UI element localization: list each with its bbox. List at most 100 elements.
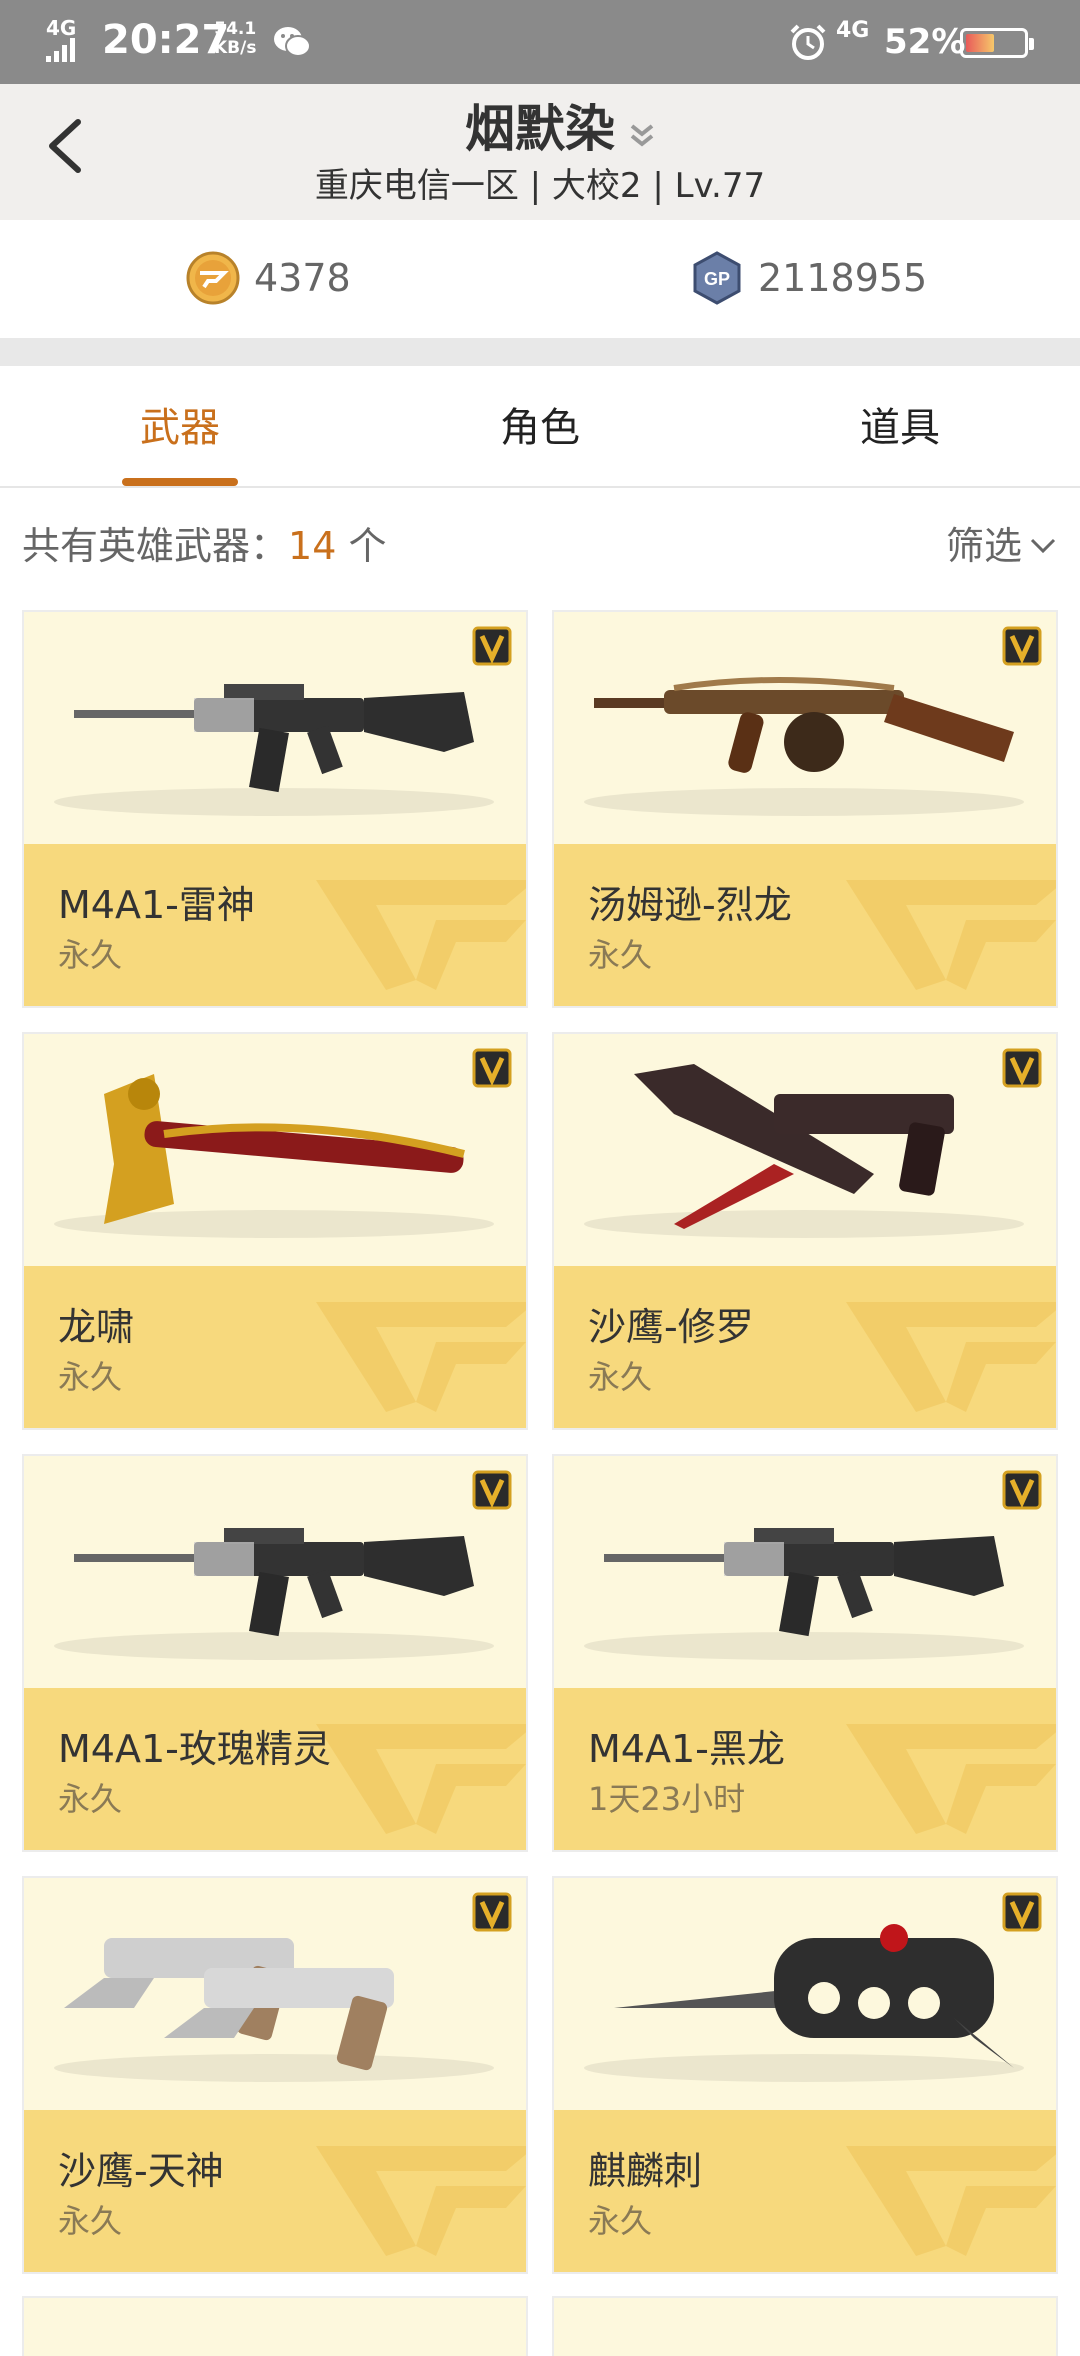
weapon-image: [554, 1456, 1056, 1688]
vip-badge-icon: [472, 1470, 512, 1510]
cf-points: 4378: [186, 250, 351, 306]
vip-badge-icon: [1002, 1892, 1042, 1932]
axe-icon: [104, 1074, 465, 1224]
wechat-icon: [274, 27, 311, 57]
weapon-duration: 永久: [58, 1358, 123, 1396]
weapon-card[interactable]: 麒麟刺 永久: [552, 1876, 1058, 2274]
rifle-icon: [74, 1528, 474, 1637]
weapon-duration: 永久: [58, 1780, 123, 1818]
weapon-card[interactable]: M4A1-玫瑰精灵永久: [22, 1454, 528, 1852]
cf-watermark-icon: [846, 1724, 1056, 1834]
nickname-row[interactable]: 烟默染: [0, 98, 1080, 160]
weapon-count: 14: [288, 524, 337, 568]
weapon-info: 汤姆逊-烈龙永久: [554, 844, 1056, 1006]
signal-icon: [46, 38, 75, 62]
weapon-name: 麒麟刺: [588, 2149, 703, 2193]
nickname: 烟默染: [465, 100, 615, 158]
weapon-duration: 永久: [58, 2202, 123, 2240]
clock: 20:27: [102, 17, 230, 63]
weapon-info: M4A1-玫瑰精灵永久: [24, 1688, 526, 1850]
gp-value: 2118955: [758, 256, 928, 300]
weapon-image: [24, 612, 526, 844]
cf-watermark-icon: [846, 1302, 1056, 1412]
cf-watermark-icon: [316, 2146, 526, 2256]
summary-suffix: 个: [336, 524, 387, 568]
network-speed: 54.1 KB/s: [214, 20, 256, 58]
weapon-name: 汤姆逊-烈龙: [588, 883, 792, 927]
weapon-card-partial[interactable]: [22, 2296, 528, 2356]
section-divider: [0, 338, 1080, 366]
smg-icon: [594, 677, 1014, 773]
weapon-image: [24, 1878, 526, 2110]
alarm-icon: [790, 24, 826, 60]
summary-prefix: 共有英雄武器：: [22, 524, 289, 568]
currency-bar: 4378 GP 2118955: [0, 220, 1080, 338]
weapon-duration: 永久: [58, 936, 123, 974]
weapon-info: 龙啸 永久: [24, 1266, 526, 1428]
tab-characters[interactable]: 角色: [360, 366, 720, 486]
active-tab-indicator: [122, 478, 238, 486]
weapon-duration: 永久: [588, 1358, 653, 1396]
category-tabs: 武器 角色 道具: [0, 366, 1080, 488]
vip-badge-icon: [472, 1048, 512, 1088]
weapon-duration: 永久: [588, 2202, 653, 2240]
pistol-knife-icon: [634, 1064, 954, 1229]
cf-points-value: 4378: [254, 256, 351, 300]
vip-badge-icon: [1002, 1470, 1042, 1510]
weapon-image: [24, 1456, 526, 1688]
vip-badge-icon: [472, 626, 512, 666]
knuckle-knife-icon: [614, 1924, 1014, 2068]
network-type: 4G: [46, 16, 77, 40]
weapon-name: M4A1-雷神: [58, 883, 255, 927]
rifle-icon: [604, 1528, 1004, 1637]
vip-badge-icon: [1002, 626, 1042, 666]
vip-badge-icon: [1002, 1048, 1042, 1088]
tab-weapons[interactable]: 武器: [0, 366, 360, 486]
weapon-name: 沙鹰-修罗: [588, 1305, 754, 1349]
weapon-card[interactable]: 沙鹰-天神永久: [22, 1876, 528, 2274]
weapon-card[interactable]: 汤姆逊-烈龙永久: [552, 610, 1058, 1008]
weapon-info: 沙鹰-修罗永久: [554, 1266, 1056, 1428]
weapon-count-summary: 共有英雄武器：14 个: [22, 520, 386, 572]
weapon-card[interactable]: M4A1-黑龙 1天23小时: [552, 1454, 1058, 1852]
double-chevron-down-icon: [630, 124, 654, 147]
weapon-name: M4A1-玫瑰精灵: [58, 1727, 331, 1771]
weapon-name: 龙啸: [58, 1305, 135, 1349]
profile-header: 烟默染 重庆电信一区 | 大校2 | Lv.77: [0, 84, 1080, 220]
network-type-2: 4G: [836, 18, 870, 43]
svg-text:GP: GP: [704, 269, 730, 289]
battery-percent: 52%: [884, 22, 966, 62]
cf-watermark-icon: [846, 2146, 1056, 2256]
chevron-down-icon: [1030, 538, 1056, 554]
weapon-name: 沙鹰-天神: [58, 2149, 224, 2193]
status-bar: 4G 20:27 54.1 KB/s 4G 52%: [0, 0, 1080, 84]
weapon-info: M4A1-黑龙 1天23小时: [554, 1688, 1056, 1850]
tab-items[interactable]: 道具: [720, 366, 1080, 486]
weapon-card[interactable]: 龙啸 永久: [22, 1032, 528, 1430]
weapon-image: [24, 1034, 526, 1266]
cf-watermark-icon: [846, 880, 1056, 990]
weapon-duration: 永久: [588, 936, 653, 974]
weapon-info: 沙鹰-天神永久: [24, 2110, 526, 2272]
filter-label: 筛选: [945, 524, 1022, 568]
weapon-info: M4A1-雷神永久: [24, 844, 526, 1006]
server-info: 重庆电信一区 | 大校2 | Lv.77: [314, 166, 766, 206]
filter-button[interactable]: 筛选: [946, 520, 1058, 572]
cf-watermark-icon: [316, 1302, 526, 1412]
weapon-card[interactable]: M4A1-雷神永久: [22, 610, 528, 1008]
vip-badge-icon: [472, 1892, 512, 1932]
speed-value: 54.1: [214, 19, 257, 39]
weapon-card-partial[interactable]: [552, 2296, 1058, 2356]
weapon-name: M4A1-黑龙: [588, 1727, 785, 1771]
weapon-image: [554, 1034, 1056, 1266]
battery-icon: [960, 28, 1034, 58]
cf-watermark-icon: [316, 1724, 526, 1834]
weapon-image: [554, 1878, 1056, 2110]
gp-points: GP 2118955: [690, 250, 927, 306]
rifle-icon: [74, 684, 474, 793]
weapon-image: [554, 612, 1056, 844]
cf-coin-icon: [186, 251, 240, 305]
weapon-card[interactable]: 沙鹰-修罗永久: [552, 1032, 1058, 1430]
cf-watermark-icon: [316, 880, 526, 990]
dual-pistol-icon: [64, 1938, 394, 2071]
